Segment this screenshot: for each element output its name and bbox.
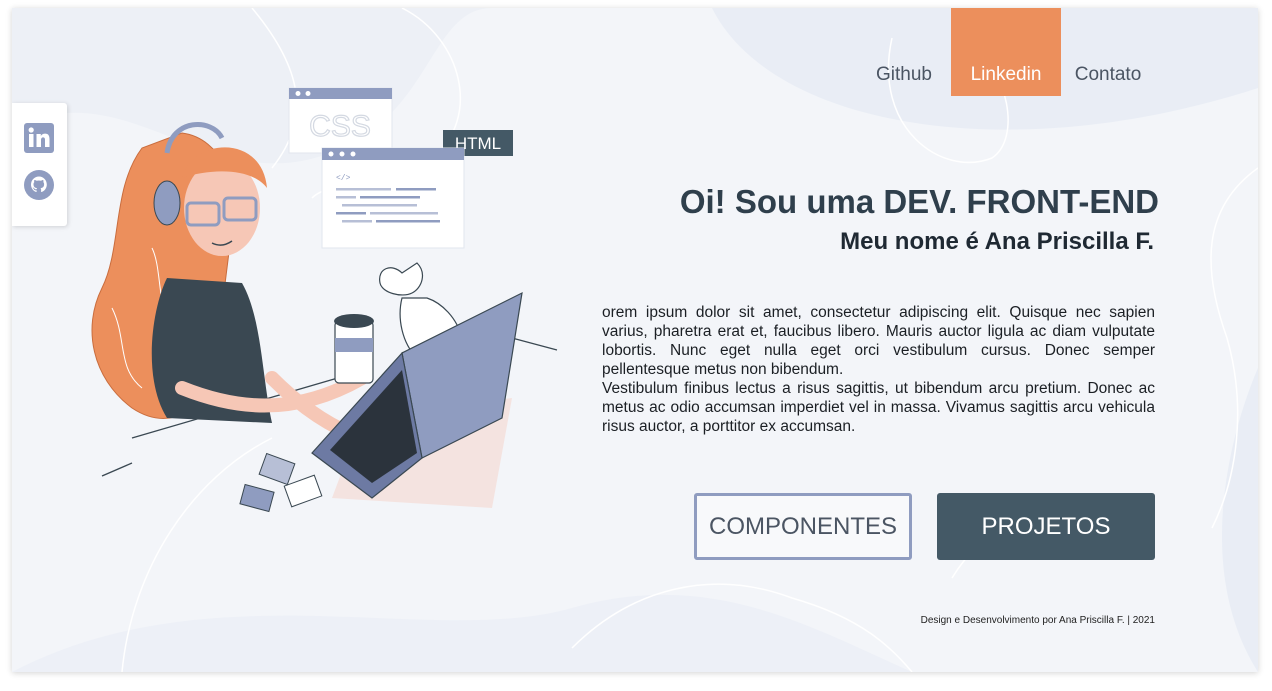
intro-paragraph-2: Vestibulum finibus lectus a risus sagitt… [602,380,1155,435]
code-label: </> [336,174,351,183]
footer-credit: Design e Desenvolvimento por Ana Priscil… [920,615,1155,626]
intro-text: orem ipsum dolor sit amet, consectetur a… [602,303,1155,436]
page-card: Github Linkedin Contato CSS HTML </> Oi!… [12,8,1258,672]
intro-paragraph-1: orem ipsum dolor sit amet, consectetur a… [602,304,1155,378]
social-sidebar [12,103,67,226]
linkedin-icon[interactable] [24,123,54,153]
nav-contato[interactable]: Contato [1061,8,1155,96]
css-window: CSS [288,87,393,154]
code-window: </> [321,147,465,249]
css-label: CSS [309,110,371,143]
hero-title: Oi! Sou uma DEV. FRONT-END [679,183,1159,220]
nav-linkedin[interactable]: Linkedin [951,8,1061,96]
top-navigation: Github Linkedin Contato [857,8,1155,96]
componentes-button[interactable]: COMPONENTES [694,493,912,560]
projetos-button[interactable]: PROJETOS [937,493,1155,560]
hero-subtitle: Meu nome é Ana Priscilla F. [840,228,1154,255]
nav-github[interactable]: Github [857,8,951,96]
developer-illustration: CSS HTML </> [91,87,558,513]
github-icon[interactable] [24,170,54,200]
